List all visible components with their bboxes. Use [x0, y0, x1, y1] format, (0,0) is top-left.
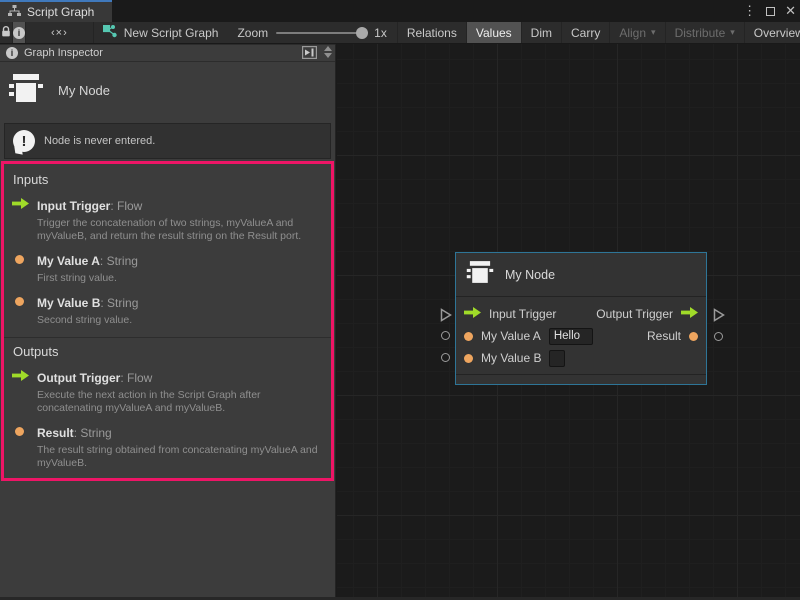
zoom-value: 1x	[374, 26, 387, 40]
info-icon: i	[6, 47, 18, 59]
overview-button[interactable]: Overview	[745, 22, 800, 43]
code-icon: ‹×›	[35, 27, 84, 39]
distribute-dropdown[interactable]: Distribute▾	[666, 22, 745, 43]
script-graph-asset-icon	[103, 25, 117, 41]
value-port-icon	[12, 252, 30, 285]
my-value-b-input[interactable]	[549, 350, 565, 367]
chevron-down-icon: ▾	[730, 27, 735, 38]
new-script-graph-label: New Script Graph	[124, 26, 219, 40]
graph-output-value-stub[interactable]	[714, 332, 723, 341]
values-button[interactable]: Values	[467, 22, 522, 43]
port-doc-input-trigger: Input Trigger: Flow Trigger the concaten…	[12, 197, 323, 243]
inputs-section-title: Inputs	[13, 172, 323, 187]
port-doc-my-value-b: My Value B: String Second string value.	[12, 294, 323, 327]
edit-code-button[interactable]: ‹×›	[26, 22, 94, 43]
zoom-control: Zoom 1x	[227, 22, 396, 43]
scroll-down-icon[interactable]	[324, 53, 332, 58]
graph-toolbar: i ‹×› New Script Graph Zoom 1x Relations…	[0, 22, 800, 44]
ports-documentation-highlight: Inputs Input Trigger: Flow Trigger the c…	[1, 161, 334, 481]
tab-script-graph[interactable]: Script Graph	[0, 0, 112, 22]
node-footer	[456, 374, 706, 384]
zoom-slider-handle[interactable]	[356, 27, 368, 39]
flow-in-port[interactable]	[464, 305, 481, 323]
warning-icon: !	[13, 130, 35, 152]
graph-input-flow-stub[interactable]	[440, 308, 452, 322]
tab-bar: Script Graph ⋮ ✕	[0, 0, 800, 22]
window-close-icon[interactable]: ✕	[785, 3, 796, 19]
carry-button[interactable]: Carry	[562, 22, 610, 43]
value-in-port[interactable]	[464, 354, 473, 363]
value-in-port[interactable]	[464, 332, 473, 341]
my-node-unit[interactable]: My Node Input Trigger Output Trigger	[455, 252, 707, 385]
zoom-slider[interactable]	[276, 32, 366, 34]
script-graph-window: Script Graph ⋮ ✕ i ‹×› New Script Graph …	[0, 0, 800, 600]
value-port-icon	[12, 294, 30, 327]
dock-panel-icon[interactable]	[302, 46, 317, 62]
inspector-toggle-button[interactable]: i	[13, 22, 26, 43]
value-port-icon	[12, 424, 30, 470]
graph-inspector-title: Graph Inspector	[24, 47, 103, 59]
graph-output-flow-stub[interactable]	[713, 308, 725, 322]
window-menu-icon[interactable]: ⋮	[743, 3, 756, 19]
graph-hierarchy-icon	[8, 5, 21, 19]
new-script-graph-button[interactable]: New Script Graph	[94, 22, 228, 43]
port-doc-output-trigger: Output Trigger: Flow Execute the next ac…	[12, 369, 323, 415]
lock-icon	[0, 25, 12, 41]
selected-node-title: My Node	[58, 83, 110, 98]
node-title: My Node	[505, 268, 555, 282]
graph-inspector-panel: i Graph Inspector My Node ! Nod	[0, 44, 336, 597]
graph-input-value-stub[interactable]	[441, 331, 450, 340]
graph-inspector-header: i Graph Inspector	[0, 44, 335, 62]
info-icon: i	[13, 27, 25, 39]
flow-arrow-icon	[12, 197, 30, 243]
warning-banner: ! Node is never entered.	[4, 123, 331, 159]
scroll-up-icon[interactable]	[324, 46, 332, 51]
result-label: Result	[647, 329, 681, 343]
flow-arrow-icon	[12, 369, 30, 415]
align-dropdown[interactable]: Align▾	[610, 22, 665, 43]
my-value-b-label: My Value B	[481, 351, 541, 365]
zoom-label: Zoom	[237, 26, 268, 40]
lock-button[interactable]	[0, 22, 13, 43]
unit-node-icon	[8, 72, 44, 109]
outputs-section-title: Outputs	[13, 344, 323, 359]
output-trigger-label: Output Trigger	[596, 307, 673, 321]
port-doc-result: Result: String The result string obtaine…	[12, 424, 323, 470]
window-maximize-icon[interactable]	[766, 7, 775, 16]
node-header[interactable]: My Node	[456, 253, 706, 297]
unit-node-icon	[466, 259, 494, 290]
tab-title: Script Graph	[27, 5, 94, 19]
graph-input-value-stub[interactable]	[441, 353, 450, 362]
relations-button[interactable]: Relations	[397, 22, 467, 43]
chevron-down-icon: ▾	[651, 27, 656, 38]
port-doc-my-value-a: My Value A: String First string value.	[12, 252, 323, 285]
flow-out-port[interactable]	[681, 305, 698, 323]
my-value-a-label: My Value A	[481, 329, 541, 343]
dim-button[interactable]: Dim	[522, 22, 562, 43]
graph-canvas[interactable]: My Node Input Trigger Output Trigger	[337, 44, 800, 597]
input-trigger-label: Input Trigger	[489, 307, 556, 321]
warning-text: Node is never entered.	[44, 135, 155, 147]
section-divider	[4, 337, 331, 338]
my-value-a-input[interactable]	[549, 328, 593, 345]
panel-scrollbar[interactable]	[324, 46, 332, 58]
selected-node-summary: My Node	[0, 62, 335, 121]
value-out-port[interactable]	[689, 332, 698, 341]
